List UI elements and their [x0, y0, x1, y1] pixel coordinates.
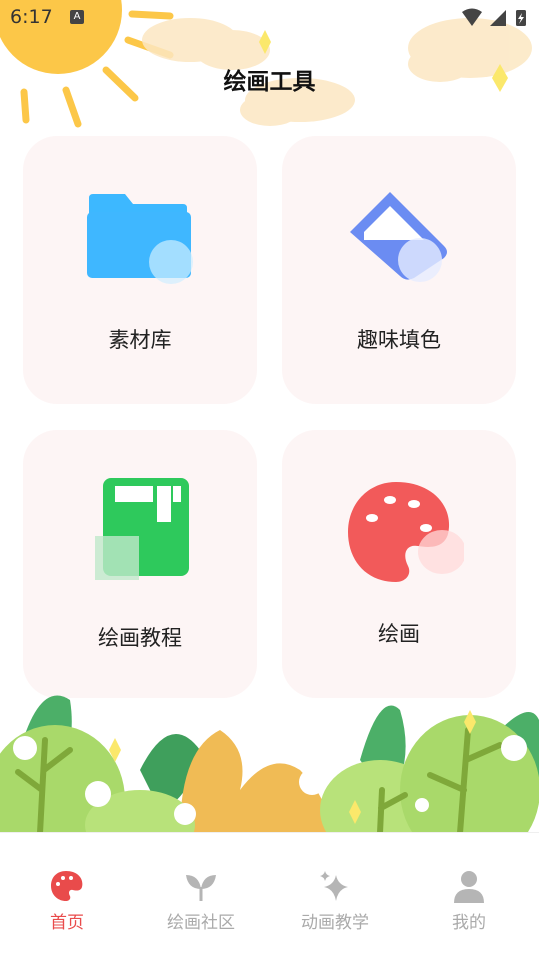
page-title: 绘画工具 [223, 69, 316, 95]
card-label: 趣味填色 [357, 328, 441, 352]
person-icon [454, 871, 484, 903]
card-drawing-tutorial[interactable]: 绘画教程 [23, 430, 257, 698]
nav-item-home[interactable]: 首页 [0, 833, 134, 959]
notification-icon: A [70, 10, 84, 24]
nav-label: 我的 [452, 913, 486, 933]
nav-label: 绘画社区 [167, 913, 235, 933]
status-icons [462, 8, 526, 26]
card-label: 绘画 [378, 622, 420, 646]
nav-label: 首页 [50, 913, 84, 933]
nav-item-community[interactable]: 绘画社区 [134, 833, 268, 959]
nav-label: 动画教学 [301, 913, 369, 933]
sparkle-icon [320, 871, 348, 901]
card-label: 绘画教程 [98, 626, 182, 650]
nav-item-profile[interactable]: 我的 [402, 833, 536, 959]
bushes-decoration [0, 695, 539, 833]
card-drawing[interactable]: 绘画 [282, 430, 516, 698]
folder-icon [87, 194, 193, 284]
nav-item-animation[interactable]: 动画教学 [268, 833, 402, 959]
sprout-icon [186, 875, 216, 901]
card-label: 素材库 [108, 328, 172, 352]
paint-bucket-icon [350, 192, 447, 282]
palette-icon [348, 482, 464, 582]
card-material-library[interactable]: 素材库 [23, 136, 257, 404]
status-time: 6:17 [10, 6, 53, 28]
card-fun-coloring[interactable]: 趣味填色 [282, 136, 516, 404]
bottom-navigation: 首页 绘画社区 动画教学 我的 [0, 832, 539, 959]
book-icon [95, 478, 189, 580]
signal-icon [490, 10, 506, 26]
palette-icon [51, 871, 83, 901]
wifi-icon [462, 8, 482, 26]
